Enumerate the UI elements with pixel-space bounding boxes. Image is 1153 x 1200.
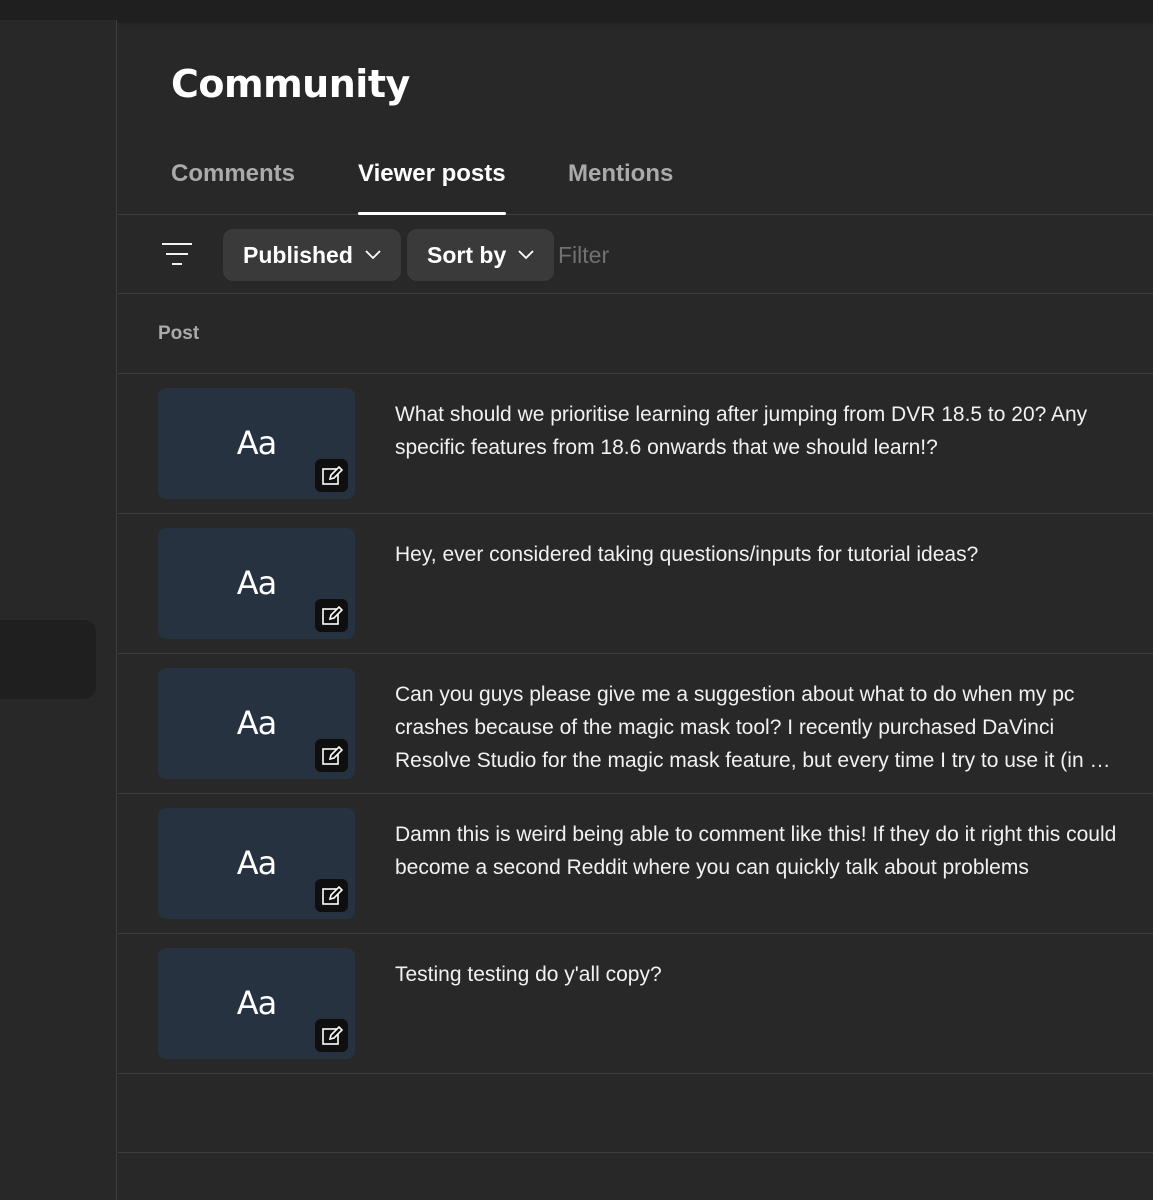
top-app-bar [0, 0, 1153, 20]
edit-icon [315, 599, 348, 632]
sort-by-dropdown[interactable]: Sort by [407, 229, 555, 281]
published-dropdown[interactable]: Published [223, 229, 401, 281]
posts-list: Aa What should we prioritise learning af… [118, 374, 1153, 1074]
left-sidebar [0, 20, 117, 1200]
sidebar-selected-item[interactable] [0, 620, 96, 699]
post-text: Testing testing do y'all copy? [395, 963, 662, 986]
tab-comments[interactable]: Comments [171, 140, 295, 215]
text-post-glyph: Aa [236, 984, 278, 1022]
table-row[interactable]: Aa Testing testing do y'all copy? [118, 934, 1153, 1074]
edit-icon [315, 1019, 348, 1052]
edit-icon [315, 879, 348, 912]
main-content: Community Comments Viewer posts Mentions… [118, 20, 1153, 1200]
sort-by-label: Sort by [427, 241, 507, 268]
text-post-glyph: Aa [236, 424, 278, 462]
post-text: Hey, ever considered taking questions/in… [395, 543, 979, 566]
post-thumbnail[interactable]: Aa [158, 528, 355, 639]
filter-bar: Published Sort by [118, 216, 1153, 294]
filter-input[interactable] [558, 229, 1058, 281]
post-text: Damn this is weird being able to comment… [395, 823, 1117, 879]
column-header-post: Post [158, 323, 200, 344]
published-label: Published [243, 241, 353, 268]
divider [118, 1152, 1153, 1153]
edit-icon [315, 459, 348, 492]
text-post-glyph: Aa [236, 844, 278, 882]
table-row[interactable]: Aa Hey, ever considered taking questions… [118, 514, 1153, 654]
edit-icon [315, 739, 348, 772]
chevron-down-icon [365, 250, 381, 260]
table-row[interactable]: Aa What should we prioritise learning af… [118, 374, 1153, 514]
post-text: What should we prioritise learning after… [395, 403, 1088, 459]
page-title: Community [171, 62, 410, 106]
post-thumbnail[interactable]: Aa [158, 668, 355, 779]
post-thumbnail[interactable]: Aa [158, 948, 355, 1059]
filter-lines-icon[interactable] [162, 242, 192, 266]
text-post-glyph: Aa [236, 704, 278, 742]
chevron-down-icon [518, 250, 534, 260]
table-row[interactable]: Aa Can you guys please give me a suggest… [118, 654, 1153, 794]
table-row[interactable]: Aa Damn this is weird being able to comm… [118, 794, 1153, 934]
table-header: Post [118, 295, 1153, 374]
post-thumbnail[interactable]: Aa [158, 808, 355, 919]
tab-viewer-posts[interactable]: Viewer posts [358, 140, 506, 215]
post-thumbnail[interactable]: Aa [158, 388, 355, 499]
post-text: Can you guys please give me a suggestion… [395, 683, 1118, 772]
tab-bar: Comments Viewer posts Mentions [118, 140, 1153, 215]
text-post-glyph: Aa [236, 564, 278, 602]
tab-mentions[interactable]: Mentions [568, 140, 673, 215]
